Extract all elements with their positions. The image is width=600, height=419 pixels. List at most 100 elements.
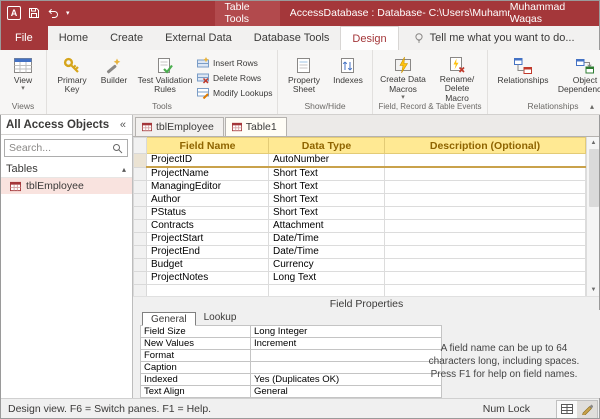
access-app-icon[interactable]: A bbox=[7, 6, 21, 20]
column-header-data-type[interactable]: Data Type bbox=[269, 138, 385, 154]
property-value[interactable]: Long Integer bbox=[251, 326, 442, 338]
tab-file[interactable]: File bbox=[0, 26, 48, 50]
data-type-cell[interactable]: Date/Time bbox=[269, 246, 385, 259]
indexes-button[interactable]: Indexes bbox=[328, 53, 368, 101]
builder-button[interactable]: Builder bbox=[95, 53, 133, 101]
property-value[interactable]: General bbox=[251, 386, 442, 398]
test-validation-rules-button[interactable]: Test Validation Rules bbox=[135, 53, 195, 101]
property-value[interactable] bbox=[251, 362, 442, 374]
data-type-cell[interactable]: Short Text bbox=[269, 181, 385, 194]
undo-icon[interactable] bbox=[47, 7, 59, 19]
data-type-cell[interactable]: Attachment bbox=[269, 220, 385, 233]
property-name[interactable]: Format bbox=[141, 350, 251, 362]
field-name-cell[interactable]: ProjectStart bbox=[147, 233, 269, 246]
scrollbar-thumb[interactable] bbox=[589, 149, 599, 207]
field-name-cell[interactable]: ManagingEditor bbox=[147, 181, 269, 194]
property-name[interactable]: Indexed bbox=[141, 374, 251, 386]
shutter-bar-close-icon[interactable]: « bbox=[120, 119, 126, 131]
design-view-button[interactable] bbox=[577, 401, 597, 418]
description-cell[interactable] bbox=[385, 259, 586, 272]
column-header-field-name[interactable]: Field Name bbox=[147, 138, 269, 154]
collapse-ribbon-icon[interactable]: ▴ bbox=[590, 102, 594, 111]
tab-create[interactable]: Create bbox=[99, 26, 154, 50]
description-cell[interactable] bbox=[385, 285, 586, 297]
field-name-cell[interactable]: Contracts bbox=[147, 220, 269, 233]
modify-lookups-button[interactable]: Modify Lookups bbox=[197, 86, 273, 99]
column-header-description[interactable]: Description (Optional) bbox=[385, 138, 586, 154]
description-cell[interactable] bbox=[385, 194, 586, 207]
description-cell[interactable] bbox=[385, 272, 586, 285]
description-cell[interactable] bbox=[385, 233, 586, 246]
scroll-down-icon[interactable]: ▼ bbox=[591, 284, 597, 296]
view-button[interactable]: View ▾ bbox=[4, 53, 42, 101]
nav-pane-header[interactable]: All Access Objects « bbox=[0, 115, 132, 135]
row-selector[interactable] bbox=[134, 167, 147, 181]
property-name[interactable]: Caption bbox=[141, 362, 251, 374]
tab-database-tools[interactable]: Database Tools bbox=[243, 26, 341, 50]
tab-general[interactable]: General bbox=[142, 312, 196, 326]
description-cell[interactable] bbox=[385, 154, 586, 168]
field-name-cell[interactable]: ProjectNotes bbox=[147, 272, 269, 285]
tell-me-box[interactable]: Tell me what you want to do... bbox=[413, 26, 575, 50]
primary-key-button[interactable]: Primary Key bbox=[51, 53, 93, 101]
insert-rows-button[interactable]: Insert Rows bbox=[197, 56, 273, 69]
field-name-cell[interactable]: Budget bbox=[147, 259, 269, 272]
field-name-cell[interactable]: PStatus bbox=[147, 207, 269, 220]
property-name[interactable]: Text Align bbox=[141, 386, 251, 398]
rename-delete-macro-button[interactable]: Rename/ Delete Macro bbox=[431, 53, 483, 101]
row-selector[interactable] bbox=[134, 181, 147, 194]
row-selector[interactable] bbox=[134, 285, 147, 297]
field-name-cell[interactable]: Author bbox=[147, 194, 269, 207]
tab-home[interactable]: Home bbox=[48, 26, 99, 50]
description-cell[interactable] bbox=[385, 181, 586, 194]
row-selector[interactable] bbox=[134, 220, 147, 233]
row-selector[interactable] bbox=[134, 194, 147, 207]
property-value[interactable]: Increment bbox=[251, 338, 442, 350]
field-name-cell[interactable] bbox=[147, 285, 269, 297]
property-name[interactable]: New Values bbox=[141, 338, 251, 350]
property-sheet-button[interactable]: Property Sheet bbox=[282, 53, 326, 101]
tab-external-data[interactable]: External Data bbox=[154, 26, 243, 50]
data-type-cell[interactable]: Short Text bbox=[269, 207, 385, 220]
data-type-cell[interactable]: Date/Time bbox=[269, 233, 385, 246]
nav-group-tables[interactable]: Tables ▴ bbox=[0, 160, 132, 178]
data-type-cell[interactable]: AutoNumber bbox=[269, 154, 385, 168]
field-name-cell[interactable]: ProjectID bbox=[147, 154, 269, 168]
doc-tab-table1[interactable]: Table1 bbox=[225, 117, 287, 136]
description-cell[interactable] bbox=[385, 246, 586, 259]
row-selector[interactable] bbox=[134, 259, 147, 272]
description-cell[interactable] bbox=[385, 220, 586, 233]
description-cell[interactable] bbox=[385, 207, 586, 220]
vertical-scrollbar[interactable]: ▲ ▼ bbox=[586, 137, 600, 296]
data-type-cell[interactable]: Short Text bbox=[269, 194, 385, 207]
data-type-cell[interactable]: Long Text bbox=[269, 272, 385, 285]
grid-corner-cell[interactable] bbox=[134, 138, 147, 154]
relationships-button[interactable]: Relationships bbox=[492, 53, 554, 101]
description-cell[interactable] bbox=[385, 167, 586, 181]
property-value[interactable]: Yes (Duplicates OK) bbox=[251, 374, 442, 386]
field-name-cell[interactable]: ProjectName bbox=[147, 167, 269, 181]
data-type-cell[interactable]: Currency bbox=[269, 259, 385, 272]
scroll-up-icon[interactable]: ▲ bbox=[591, 137, 597, 149]
data-type-cell[interactable] bbox=[269, 285, 385, 297]
tab-lookup[interactable]: Lookup bbox=[196, 311, 245, 325]
save-icon[interactable] bbox=[28, 7, 40, 19]
data-type-cell[interactable]: Short Text bbox=[269, 167, 385, 181]
row-selector[interactable] bbox=[134, 233, 147, 246]
property-value[interactable] bbox=[251, 350, 442, 362]
datasheet-view-button[interactable] bbox=[557, 401, 577, 418]
user-account[interactable]: Muhammad Waqas bbox=[510, 1, 588, 25]
field-name-cell[interactable]: ProjectEnd bbox=[147, 246, 269, 259]
delete-rows-button[interactable]: Delete Rows bbox=[197, 71, 273, 84]
row-selector[interactable] bbox=[134, 272, 147, 285]
search-input[interactable] bbox=[9, 142, 112, 154]
tab-design[interactable]: Design bbox=[340, 26, 398, 50]
object-dependencies-button[interactable]: Object Dependencies bbox=[556, 53, 600, 101]
property-name[interactable]: Field Size bbox=[141, 326, 251, 338]
qat-customize-chevron-icon[interactable]: ▾ bbox=[66, 9, 70, 17]
create-data-macros-button[interactable]: Create Data Macros ▾ bbox=[377, 53, 429, 101]
row-selector[interactable] bbox=[134, 246, 147, 259]
nav-item-tblemployee[interactable]: tblEmployee bbox=[0, 178, 132, 194]
row-selector[interactable] bbox=[134, 154, 147, 168]
doc-tab-tblemployee[interactable]: tblEmployee bbox=[135, 117, 224, 136]
